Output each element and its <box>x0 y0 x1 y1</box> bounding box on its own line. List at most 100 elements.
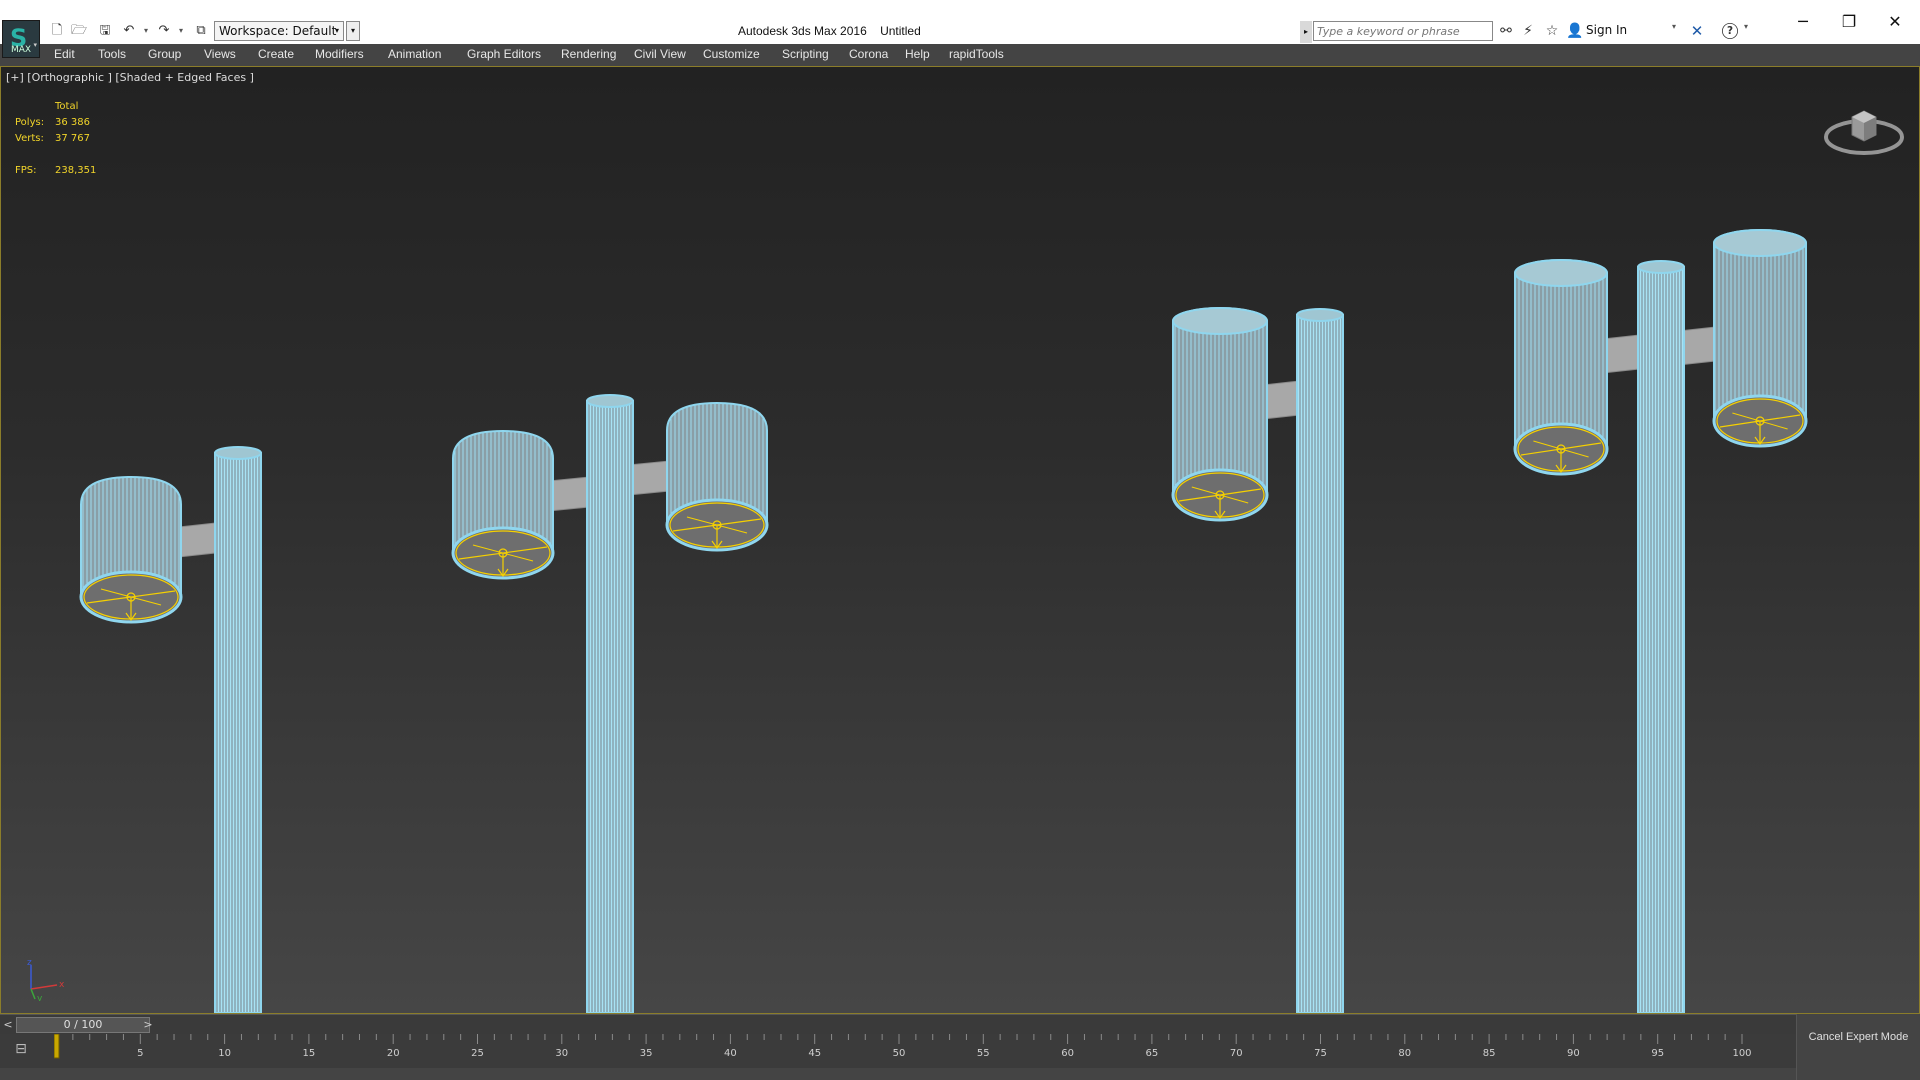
lamp-posts[interactable] <box>79 229 1808 1013</box>
stats-header: Total <box>55 101 79 112</box>
open-file-icon[interactable]: 🗁 <box>70 22 88 40</box>
fps-value: 238,351 <box>55 165 97 176</box>
timeline-tick-label: 55 <box>977 1048 990 1059</box>
lamp-pole <box>1296 314 1344 1013</box>
previous-frame-button[interactable]: < <box>0 1017 16 1033</box>
menu-modifiers[interactable]: Modifiers <box>315 47 364 61</box>
logo-text: MAX <box>11 45 32 55</box>
undo-dropdown-icon[interactable]: ▾ <box>141 22 151 40</box>
viewport-label[interactable]: [+] [Orthographic ] [Shaded + Edged Face… <box>6 71 254 84</box>
timeline-ruler[interactable]: 0510152025303540455055606570758085909510… <box>54 1034 1754 1068</box>
lamp-pole <box>586 400 634 1013</box>
timeline-tick-label: 95 <box>1651 1048 1664 1059</box>
timeline-tick-label: 100 <box>1732 1048 1751 1059</box>
scene-geometry[interactable] <box>1 67 1919 1013</box>
new-file-icon[interactable]: 🗋 <box>48 22 66 40</box>
time-slider[interactable]: < 0 / 100 > <box>0 1014 1796 1034</box>
menu-rendering[interactable]: Rendering <box>561 47 616 61</box>
chevron-down-icon: ▾ <box>33 41 37 49</box>
axis-x-label: x <box>59 980 65 990</box>
timeline-tick-label: 50 <box>893 1048 906 1059</box>
menu-rapidtools[interactable]: rapidTools <box>949 47 1004 61</box>
timeline-tick-label: 30 <box>555 1048 568 1059</box>
menu-bar: Edit Tools Group Views Create Modifiers … <box>0 44 1920 66</box>
lamp-arm <box>1602 334 1640 374</box>
lamp-head <box>1514 259 1608 450</box>
timeline-tick-label: 15 <box>303 1048 316 1059</box>
current-frame-marker[interactable] <box>54 1034 60 1059</box>
chevron-down-icon: ▾ <box>334 26 339 35</box>
maximize-button[interactable]: ❐ <box>1826 0 1872 44</box>
title-bar: 🗋 🗁 🖫 ↶ ▾ ↷ ▾ ⧉ Workspace: Default ▾ ▾ A… <box>0 0 1920 44</box>
lamp-pole <box>214 452 262 1013</box>
menu-scripting[interactable]: Scripting <box>782 47 829 61</box>
viewport-orthographic[interactable]: [+] [Orthographic ] [Shaded + Edged Face… <box>0 66 1920 1014</box>
lamp-pole-top <box>1637 260 1685 274</box>
exchange-x-icon[interactable]: ✕ <box>1686 21 1708 41</box>
timeline-tick-label: 60 <box>1061 1048 1074 1059</box>
redo-icon[interactable]: ↷ <box>155 22 173 40</box>
search-input[interactable] <box>1313 21 1493 41</box>
menu-graph-editors[interactable]: Graph Editors <box>467 47 541 61</box>
timeline-tick-label: 85 <box>1483 1048 1496 1059</box>
project-folder-icon[interactable]: ⧉ <box>192 22 210 40</box>
viewcube-icon[interactable] <box>1819 97 1909 167</box>
application-menu-button[interactable]: S MAX ▾ <box>2 20 40 58</box>
timeline-tick-label: 40 <box>724 1048 737 1059</box>
timeline-tick-label: 25 <box>471 1048 484 1059</box>
timeline-tick-label: 65 <box>1146 1048 1159 1059</box>
menu-create[interactable]: Create <box>258 47 294 61</box>
polys-value: 36 386 <box>55 117 90 128</box>
communication-center-icon[interactable]: ⚡ <box>1518 22 1538 40</box>
timeline-tick-label: 70 <box>1230 1048 1243 1059</box>
menu-civil-view[interactable]: Civil View <box>634 47 686 61</box>
user-icon: 👤 <box>1566 23 1584 39</box>
menu-corona[interactable]: Corona <box>849 47 888 61</box>
lamp-arm <box>628 460 670 496</box>
minimize-button[interactable]: ─ <box>1780 0 1826 44</box>
binoculars-icon[interactable]: ⚯ <box>1496 22 1516 40</box>
help-dropdown-icon[interactable]: ▾ <box>1744 22 1748 31</box>
status-strip <box>0 1068 1796 1080</box>
fps-label: FPS: <box>15 165 37 176</box>
cancel-expert-mode-button[interactable]: Cancel Expert Mode <box>1796 1014 1920 1080</box>
app-name: Autodesk 3ds Max 2016 <box>738 24 867 38</box>
lamp-head <box>1713 229 1807 422</box>
menu-help[interactable]: Help <box>905 47 930 61</box>
workspace-select[interactable]: Workspace: Default ▾ <box>214 21 344 41</box>
axis-tripod-icon: z x y <box>27 958 65 1001</box>
save-icon[interactable]: 🖫 <box>96 22 114 40</box>
open-mini-curve-editor-icon[interactable]: ⊟ <box>10 1040 32 1058</box>
axis-z-label: z <box>27 958 32 968</box>
lamp-arm <box>178 522 216 558</box>
timeline-tick-label: 90 <box>1567 1048 1580 1059</box>
customize-toolbar-icon[interactable]: ▾ <box>346 21 360 41</box>
lamp-pole-top <box>1296 308 1344 322</box>
favorites-star-icon[interactable]: ☆ <box>1542 22 1562 40</box>
search-expand-icon[interactable]: ▸ <box>1300 21 1312 43</box>
polys-label: Polys: <box>15 117 45 128</box>
menu-animation[interactable]: Animation <box>388 47 441 61</box>
menu-tools[interactable]: Tools <box>98 47 126 61</box>
menu-customize[interactable]: Customize <box>703 47 760 61</box>
redo-dropdown-icon[interactable]: ▾ <box>176 22 186 40</box>
lamp-head-top <box>1514 259 1608 287</box>
lamp-head-top <box>1172 307 1268 335</box>
menu-group[interactable]: Group <box>148 47 181 61</box>
next-frame-button[interactable]: > <box>140 1017 156 1033</box>
sign-in-button[interactable]: Sign In <box>1586 23 1627 37</box>
timeline-tick-label: 75 <box>1314 1048 1327 1059</box>
track-bar[interactable]: ⊟ 05101520253035404550556065707580859095… <box>0 1034 1796 1068</box>
menu-edit[interactable]: Edit <box>54 47 75 61</box>
close-button[interactable]: ✕ <box>1872 0 1918 44</box>
axis-y-label: y <box>37 994 43 1001</box>
time-slider-thumb[interactable]: 0 / 100 <box>16 1017 150 1033</box>
undo-icon[interactable]: ↶ <box>120 22 138 40</box>
help-icon[interactable]: ? <box>1722 23 1738 39</box>
sign-in-dropdown-icon[interactable]: ▾ <box>1672 22 1676 31</box>
lamp-arm <box>548 476 590 512</box>
menu-views[interactable]: Views <box>204 47 236 61</box>
workspace-label: Workspace: Default <box>219 24 337 38</box>
lamp-arm <box>1262 380 1300 420</box>
timeline-tick-label: 5 <box>137 1048 143 1059</box>
